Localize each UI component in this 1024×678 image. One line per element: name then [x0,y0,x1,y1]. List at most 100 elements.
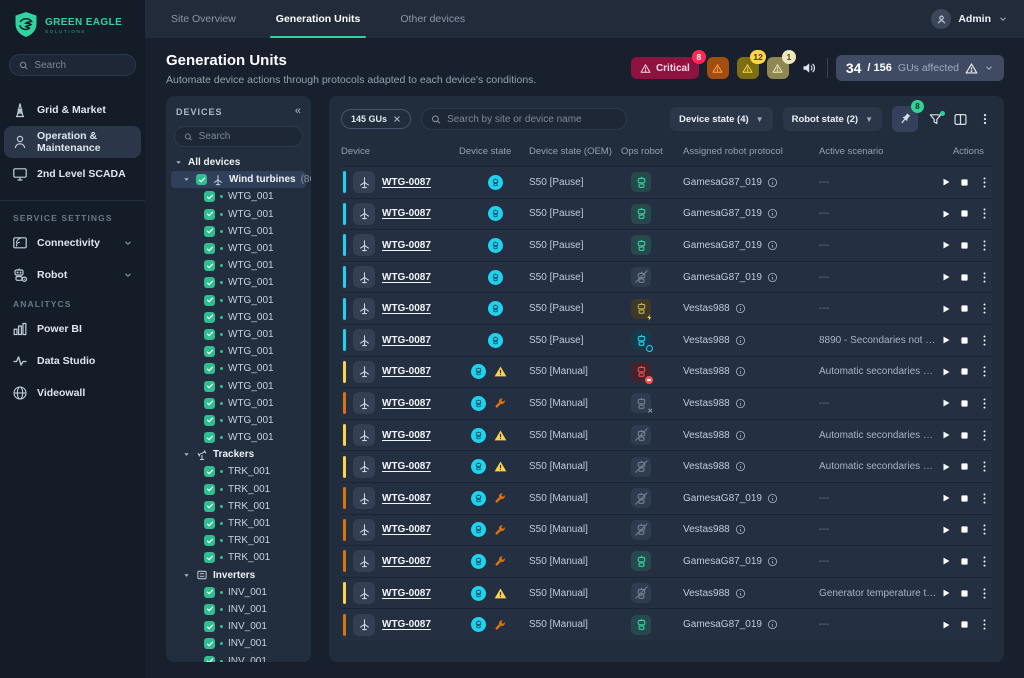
gus-filter-chip[interactable]: 145 GUs [341,109,411,129]
checkbox[interactable] [204,260,215,271]
tree-item-device[interactable]: INV_001 [171,635,306,652]
sidebar-item-videowall[interactable]: Videowall [0,377,145,409]
pinned-filters-button[interactable]: 8 [892,106,918,132]
device-name-link[interactable]: WTG-0087 [382,177,431,188]
info-icon[interactable] [735,398,746,409]
play-button[interactable] [941,525,951,535]
device-name-link[interactable]: WTG-0087 [382,493,431,504]
checkbox[interactable] [204,501,215,512]
tree-group-trackers[interactable]: Trackers [171,446,306,463]
info-icon[interactable] [767,272,778,283]
row-menu-button[interactable] [978,460,991,473]
table-menu-button[interactable] [978,112,992,126]
high-alerts-button[interactable] [707,57,729,79]
tree-item-device[interactable]: TRK_001 [171,532,306,549]
device-name-link[interactable]: WTG-0087 [382,430,431,441]
low-alerts-button[interactable]: 1 [767,57,789,79]
checkbox[interactable] [196,174,207,185]
checkbox[interactable] [204,518,215,529]
user-menu[interactable]: Admin [931,9,1008,29]
checkbox[interactable] [204,243,215,254]
tree-item-all-devices[interactable]: All devices [171,154,306,171]
sidebar-item-data-studio[interactable]: Data Studio [0,345,145,377]
row-menu-button[interactable] [978,587,991,600]
checkbox[interactable] [204,552,215,563]
checkbox[interactable] [204,329,215,340]
tree-item-device[interactable]: WTG_001 [171,377,306,394]
info-icon[interactable] [767,177,778,188]
tab-site-overview[interactable]: Site Overview [169,0,238,38]
stop-button[interactable] [960,589,969,598]
checkbox[interactable] [204,466,215,477]
tree-item-device[interactable]: WTG_001 [171,309,306,326]
tree-item-device[interactable]: WTG_001 [171,206,306,223]
play-button[interactable] [941,493,951,503]
tree-item-device[interactable]: WTG_001 [171,395,306,412]
caret-down-icon[interactable] [183,176,191,183]
info-icon[interactable] [767,208,778,219]
sidebar-item-grid-market[interactable]: Grid & Market [0,94,145,126]
tree-item-device[interactable]: TRK_001 [171,515,306,532]
checkbox[interactable] [204,484,215,495]
sidebar-item-power-bi[interactable]: Power BI [0,313,145,345]
info-icon[interactable] [735,430,746,441]
stop-button[interactable] [960,399,969,408]
row-menu-button[interactable] [978,334,991,347]
info-icon[interactable] [735,303,746,314]
play-button[interactable] [941,304,951,314]
sidebar-search[interactable] [9,54,136,76]
checkbox[interactable] [204,398,215,409]
tab-other-devices[interactable]: Other devices [398,0,467,38]
medium-alerts-button[interactable]: 12 [737,57,759,79]
stop-button[interactable] [960,431,969,440]
checkbox[interactable] [204,587,215,598]
table-search[interactable] [421,108,627,130]
checkbox[interactable] [204,226,215,237]
tree-item-device[interactable]: WTG_001 [171,257,306,274]
stop-button[interactable] [960,241,969,250]
tree-item-device[interactable]: TRK_001 [171,481,306,498]
play-button[interactable] [941,556,951,566]
sidebar-item-robot[interactable]: Robot [0,259,145,291]
info-icon[interactable] [735,588,746,599]
checkbox[interactable] [204,381,215,392]
play-button[interactable] [941,462,951,472]
play-button[interactable] [941,272,951,282]
device-name-link[interactable]: WTG-0087 [382,272,431,283]
device-name-link[interactable]: WTG-0087 [382,588,431,599]
row-menu-button[interactable] [978,271,991,284]
row-menu-button[interactable] [978,523,991,536]
tree-item-device[interactable]: INV_001 [171,584,306,601]
tree-item-device[interactable]: TRK_001 [171,498,306,515]
row-menu-button[interactable] [978,239,991,252]
info-icon[interactable] [735,366,746,377]
play-button[interactable] [941,240,951,250]
row-menu-button[interactable] [978,397,991,410]
checkbox[interactable] [204,191,215,202]
info-icon[interactable] [767,493,778,504]
device-name-link[interactable]: WTG-0087 [382,524,431,535]
play-button[interactable] [941,398,951,408]
stop-button[interactable] [960,304,969,313]
tree-item-device[interactable]: WTG_001 [171,429,306,446]
tree-item-device[interactable]: WTG_001 [171,360,306,377]
play-button[interactable] [941,367,951,377]
device-name-link[interactable]: WTG-0087 [382,240,431,251]
row-menu-button[interactable] [978,555,991,568]
device-name-link[interactable]: WTG-0087 [382,208,431,219]
caret-down-icon[interactable] [183,451,191,458]
tree-group-inverters[interactable]: Inverters [171,567,306,584]
tree-item-device[interactable]: WTG_001 [171,343,306,360]
tree-item-device[interactable]: TRK_001 [171,549,306,566]
stop-button[interactable] [960,462,969,471]
stop-button[interactable] [960,494,969,503]
checkbox[interactable] [204,295,215,306]
sidebar-item-connectivity[interactable]: Connectivity [0,227,145,259]
device-name-link[interactable]: WTG-0087 [382,398,431,409]
checkbox[interactable] [204,312,215,323]
play-button[interactable] [941,588,951,598]
columns-button[interactable] [953,112,968,127]
sidebar-item-operation-maintenance[interactable]: Operation & Maintenance [4,126,141,158]
row-menu-button[interactable] [978,365,991,378]
play-button[interactable] [941,620,951,630]
